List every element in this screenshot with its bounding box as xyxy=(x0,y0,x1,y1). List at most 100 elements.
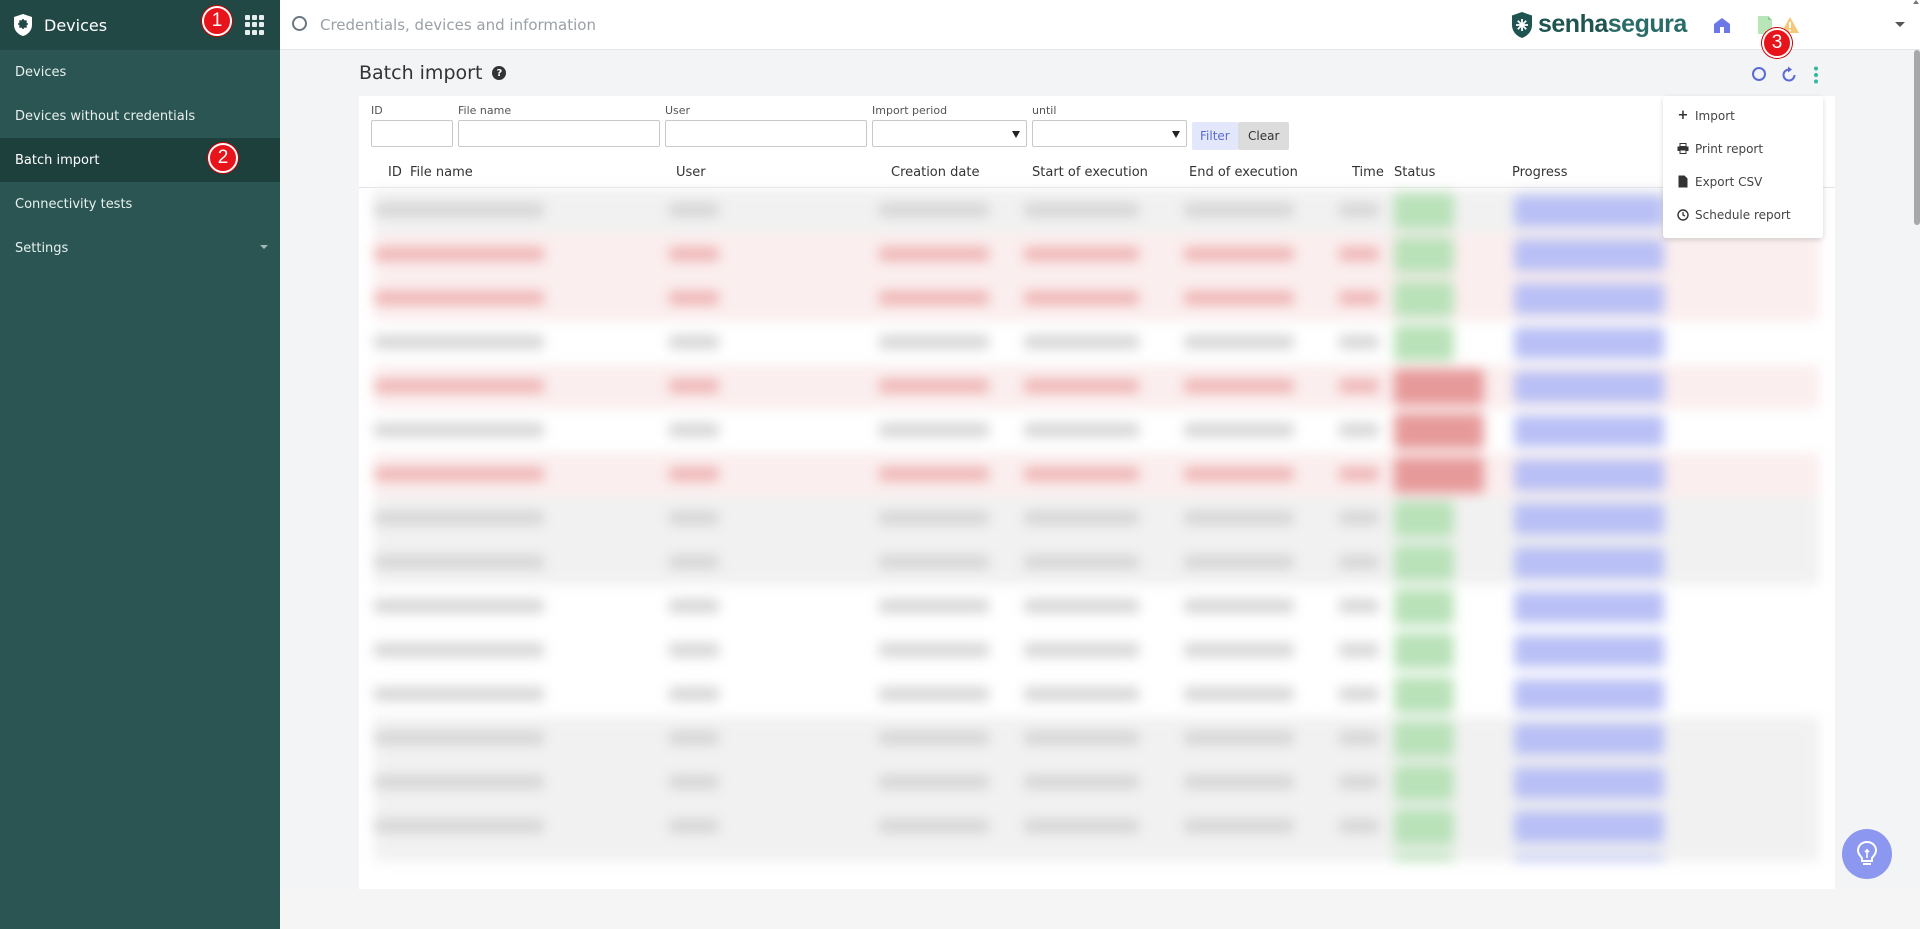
menu-item-print-report[interactable]: Print report xyxy=(1663,132,1823,165)
help-icon[interactable]: ? xyxy=(492,66,507,80)
table-cell xyxy=(879,203,989,217)
column-header-progress[interactable]: Progress xyxy=(1512,165,1567,180)
table-row[interactable] xyxy=(374,761,1819,805)
table-cell xyxy=(879,731,989,745)
table-row[interactable] xyxy=(374,409,1819,453)
sidebar-item-connectivity-tests[interactable]: Connectivity tests xyxy=(0,182,280,226)
table-row[interactable] xyxy=(374,805,1819,849)
id-filter-input[interactable] xyxy=(371,120,453,147)
column-header-end-of-execution[interactable]: End of execution xyxy=(1189,165,1298,180)
table-row[interactable] xyxy=(374,189,1819,233)
table-row[interactable] xyxy=(374,673,1819,717)
progress-bar xyxy=(1514,239,1664,271)
file-name-filter-input[interactable] xyxy=(458,120,660,147)
sidebar: Devices Devices Devices without credenti… xyxy=(0,0,280,929)
progress-bar xyxy=(1514,723,1664,755)
table-cell xyxy=(669,819,719,833)
progress-bar xyxy=(1514,679,1664,711)
table-cell xyxy=(374,247,544,261)
table-row[interactable] xyxy=(374,585,1819,629)
table-cell xyxy=(1184,555,1294,569)
table-cell xyxy=(669,643,719,657)
sidebar-item-devices[interactable]: Devices xyxy=(0,50,280,94)
scroll-up-arrow-icon[interactable] xyxy=(1913,0,1919,4)
table-cell xyxy=(374,335,544,349)
step-badge-3: 3 xyxy=(1762,28,1792,58)
table-row[interactable] xyxy=(374,497,1819,541)
step-badge-2: 2 xyxy=(208,143,238,173)
refresh-icon[interactable] xyxy=(1780,66,1798,84)
filter-button[interactable]: Filter xyxy=(1192,122,1238,150)
apps-grid-icon[interactable] xyxy=(245,15,265,35)
sidebar-header: Devices xyxy=(0,0,280,50)
table-row[interactable] xyxy=(374,541,1819,585)
sidebar-item-devices-without-credentials[interactable]: Devices without credentials xyxy=(0,94,280,138)
table-cell xyxy=(1024,291,1139,305)
table-cell xyxy=(1339,643,1379,657)
lightbulb-help-button[interactable] xyxy=(1842,829,1892,879)
menu-item-import[interactable]: + Import xyxy=(1663,99,1823,132)
until-select[interactable] xyxy=(1032,120,1187,147)
table-row[interactable] xyxy=(374,277,1819,321)
import-period-select[interactable] xyxy=(872,120,1027,147)
table-cell xyxy=(1184,511,1294,525)
table-row[interactable] xyxy=(374,233,1819,277)
more-options-icon[interactable] xyxy=(1813,66,1819,84)
table-cell xyxy=(1024,247,1139,261)
table-row[interactable] xyxy=(374,717,1819,761)
table-cell xyxy=(1024,775,1139,789)
table-row[interactable] xyxy=(374,321,1819,365)
table-cell xyxy=(1184,643,1294,657)
clear-button[interactable]: Clear xyxy=(1238,122,1290,150)
table-cell xyxy=(1339,511,1379,525)
table-cell xyxy=(374,643,544,657)
search-toggle-icon[interactable] xyxy=(1751,66,1769,84)
until-label: until xyxy=(1032,104,1057,117)
column-header-time[interactable]: Time xyxy=(1352,165,1384,180)
table-cell xyxy=(1184,731,1294,745)
table-row[interactable] xyxy=(374,365,1819,409)
brand-logo: senhasegura xyxy=(1510,10,1687,39)
table-cell xyxy=(1184,203,1294,217)
column-header-start-of-execution[interactable]: Start of execution xyxy=(1032,165,1148,180)
brand-name-part2: segura xyxy=(1607,10,1687,38)
table-row[interactable] xyxy=(374,453,1819,497)
table-cell xyxy=(374,511,544,525)
progress-bar xyxy=(1514,811,1664,843)
progress-bar xyxy=(1514,371,1664,403)
column-header-file-name[interactable]: File name xyxy=(410,165,473,180)
table-cell xyxy=(879,555,989,569)
sidebar-item-label: Connectivity tests xyxy=(15,196,133,212)
table-cell xyxy=(1184,291,1294,305)
file-name-filter-label: File name xyxy=(458,104,512,117)
progress-bar xyxy=(1514,855,1664,861)
table-cell xyxy=(669,423,719,437)
table-row[interactable] xyxy=(374,629,1819,673)
table-cell xyxy=(879,599,989,613)
user-menu-chevron-icon[interactable] xyxy=(1895,22,1905,27)
menu-item-export-csv[interactable]: Export CSV xyxy=(1663,165,1823,198)
progress-bar xyxy=(1514,503,1664,535)
table-cell xyxy=(374,731,544,745)
column-header-creation-date[interactable]: Creation date xyxy=(891,165,979,180)
batch-import-panel: ID File name User Import period until Fi… xyxy=(359,96,1835,886)
table-cell xyxy=(1184,599,1294,613)
table-row[interactable] xyxy=(374,849,1819,861)
lightbulb-icon xyxy=(1856,840,1878,865)
progress-bar xyxy=(1514,327,1664,359)
table-cell xyxy=(1184,467,1294,481)
column-header-user[interactable]: User xyxy=(676,165,706,180)
page-scrollbar-thumb[interactable] xyxy=(1914,50,1920,225)
home-icon[interactable] xyxy=(1712,15,1732,35)
status-badge xyxy=(1394,721,1454,757)
table-cell xyxy=(879,247,989,261)
global-search-input[interactable] xyxy=(320,12,920,38)
user-filter-input[interactable] xyxy=(665,120,867,147)
column-header-id[interactable]: ID xyxy=(388,165,402,180)
table-cell xyxy=(374,775,544,789)
sidebar-item-batch-import[interactable]: Batch import xyxy=(0,138,280,182)
column-header-status[interactable]: Status xyxy=(1394,165,1435,180)
table-cell xyxy=(879,687,989,701)
sidebar-item-settings[interactable]: Settings xyxy=(0,226,280,270)
menu-item-schedule-report[interactable]: Schedule report xyxy=(1663,198,1823,231)
